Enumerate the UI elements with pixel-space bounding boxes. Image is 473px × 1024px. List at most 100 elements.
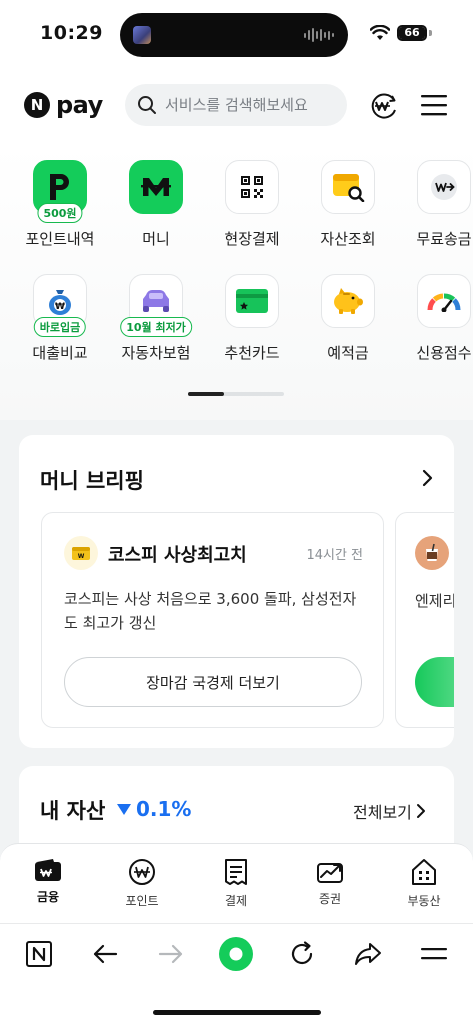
logo-text: pay (56, 91, 103, 119)
bottom-tab-bar: 금융 포인트 결제 증권 부동산 (0, 843, 473, 923)
svg-text:₩: ₩ (55, 302, 65, 312)
point-p-icon: 500원 (33, 160, 87, 223)
tab-real-estate[interactable]: 부동산 (394, 858, 454, 909)
chevron-right-icon (416, 804, 425, 818)
service-point-history[interactable]: 500원 포인트내역 (14, 160, 106, 249)
search-input[interactable] (165, 96, 335, 114)
svg-text:W: W (78, 553, 85, 560)
npay-logo[interactable]: N pay (24, 91, 103, 119)
service-money[interactable]: 머니 (110, 160, 202, 249)
point-coin-icon (129, 859, 155, 885)
chevron-right-icon[interactable] (421, 469, 433, 487)
news-card-next-button[interactable] (415, 657, 454, 707)
tab-label: 결제 (224, 894, 248, 908)
now-playing-artwork (133, 26, 151, 44)
stock-chart-icon (317, 863, 343, 883)
browser-menu-button[interactable] (417, 937, 451, 971)
service-label: 예적금 (327, 344, 369, 362)
wallet-tab-icon (35, 859, 61, 881)
service-label: 포인트내역 (25, 230, 95, 248)
service-loan-compare[interactable]: ₩ 바로입금 대출비교 (14, 274, 106, 363)
page-indicator-active (188, 392, 224, 396)
news-time: 14시간 전 (306, 548, 363, 563)
search-bar[interactable] (125, 84, 347, 126)
tab-label: 포인트 (125, 894, 159, 908)
service-label: 무료송금 (416, 230, 472, 248)
service-onsite-payment[interactable]: 현장결제 (206, 160, 298, 249)
service-label: 머니 (142, 230, 170, 248)
news-card-next[interactable]: 엔제리 (395, 512, 454, 728)
logo-mark: N (24, 92, 50, 118)
status-bar: 10:29 66 (0, 0, 473, 66)
share-arrow-icon (355, 943, 381, 965)
service-label: 신용점수 (416, 344, 472, 362)
service-recommended-card[interactable]: 추천카드 (206, 274, 298, 363)
drink-icon (415, 536, 449, 570)
piggy-bank-icon (321, 274, 375, 328)
tab-point[interactable]: 포인트 (112, 858, 172, 909)
service-label: 자산조회 (320, 230, 376, 248)
won-transfer-icon[interactable] (369, 91, 399, 121)
news-more-button[interactable]: 장마감 국경제 더보기 (64, 657, 362, 707)
receipt-icon (225, 859, 247, 885)
service-shortcuts: 500원 포인트내역 머니 현장결제 자산조회 무료송금 ₩ 바로입금 대출비교… (0, 144, 473, 420)
point-badge: 500원 (37, 203, 83, 223)
battery-indicator: 66 (397, 25, 427, 41)
green-dot-button[interactable] (218, 936, 254, 972)
news-body: 코스피는 사상 처음으로 3,600 돌파, 삼성전자도 최고가 갱신 (64, 590, 357, 632)
assets-title: 내 자산 (40, 799, 106, 823)
refresh-button[interactable] (285, 937, 319, 971)
transfer-icon (417, 160, 471, 214)
forward-button[interactable] (154, 937, 188, 971)
tab-payment[interactable]: 결제 (206, 858, 266, 909)
page-indicator (188, 392, 284, 396)
battery-level: 66 (404, 26, 420, 39)
service-free-transfer[interactable]: 무료송금 (398, 160, 473, 249)
service-asset-lookup[interactable]: 자산조회 (302, 160, 394, 249)
view-all-label: 전체보기 (353, 803, 412, 822)
news-card[interactable]: W 코스피 사상최고치 14시간 전 코스피는 사상 처음으로 3,600 돌파… (41, 512, 384, 728)
service-label: 추천카드 (224, 344, 280, 362)
car-icon: 10월 최저가 (120, 274, 192, 337)
wallet-search-icon (321, 160, 375, 214)
tab-label: 부동산 (407, 894, 441, 908)
building-icon (412, 859, 436, 885)
back-button[interactable] (88, 937, 122, 971)
briefing-title: 머니 브리핑 (40, 469, 144, 493)
dynamic-island (120, 13, 348, 57)
service-credit-score[interactable]: 신용점수 (398, 274, 473, 363)
arrow-left-icon (93, 944, 118, 964)
service-car-insurance[interactable]: 10월 최저가 자동차보험 (110, 274, 202, 363)
menu-icon[interactable] (421, 93, 447, 117)
arrow-right-icon (158, 944, 183, 964)
news-title: 코스피 사상최고치 (108, 545, 247, 566)
assets-change: 0.1% (117, 797, 191, 821)
money-m-icon (129, 160, 183, 214)
hamburger-icon (421, 948, 447, 960)
search-icon (138, 96, 156, 114)
naver-n-icon (26, 941, 52, 967)
tab-finance[interactable]: 금융 (18, 858, 78, 905)
refresh-icon (291, 941, 313, 965)
tab-stocks[interactable]: 증권 (300, 858, 360, 907)
green-dot-icon (219, 937, 253, 971)
tab-label: 증권 (318, 892, 342, 906)
wifi-icon (370, 25, 390, 40)
money-bag-icon: ₩ 바로입금 (33, 274, 87, 337)
tab-label: 금융 (36, 890, 60, 904)
down-arrow-icon (117, 803, 131, 815)
audio-wave-icon (304, 27, 334, 43)
loan-badge: 바로입금 (33, 317, 87, 337)
wallet-icon: W (64, 536, 98, 570)
news-card-next-text: 엔제리 (415, 592, 454, 610)
service-label: 대출비교 (32, 344, 88, 362)
car-insurance-badge: 10월 최저가 (120, 317, 192, 337)
service-label: 자동차보험 (121, 344, 191, 362)
share-button[interactable] (351, 937, 385, 971)
service-savings[interactable]: 예적금 (302, 274, 394, 363)
home-indicator (153, 1010, 321, 1015)
assets-change-value: 0.1% (136, 797, 192, 821)
card-icon (225, 274, 279, 328)
naver-home-button[interactable] (22, 937, 56, 971)
view-all-link[interactable]: 전체보기 (353, 799, 426, 823)
